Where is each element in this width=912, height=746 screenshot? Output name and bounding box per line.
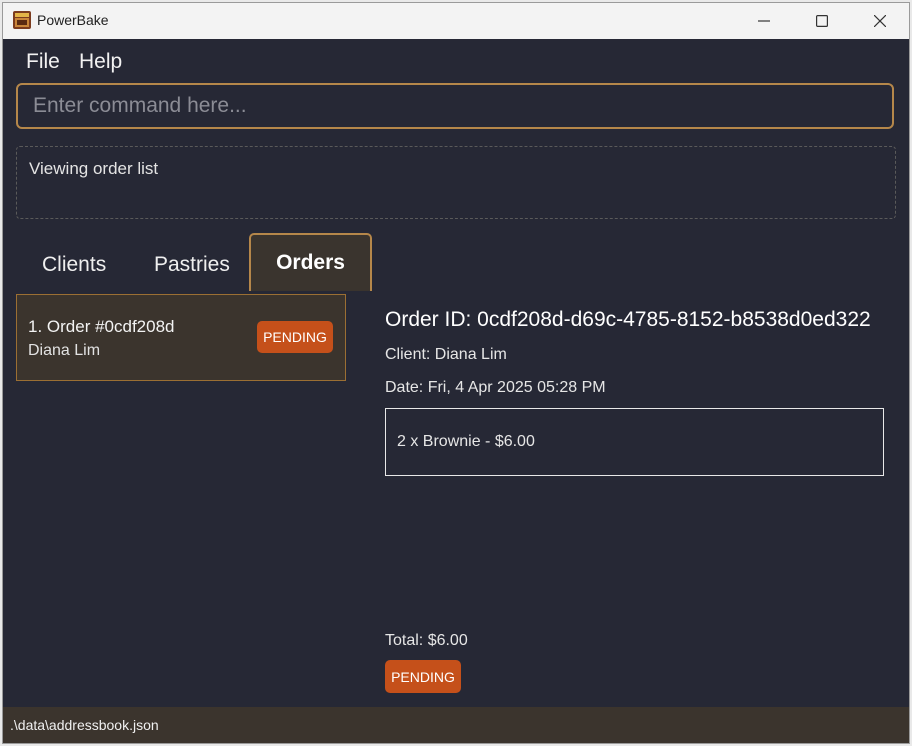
minimize-icon xyxy=(758,20,770,22)
order-status-badge: PENDING xyxy=(385,660,461,693)
command-box xyxy=(16,83,894,129)
maximize-icon xyxy=(816,15,828,27)
oven-icon xyxy=(12,10,32,30)
order-item-line: 2 x Brownie - $6.00 xyxy=(397,433,535,450)
window-title: PowerBake xyxy=(37,12,109,28)
order-client: Client: Diana Lim xyxy=(385,346,507,363)
storage-path: .\data\addressbook.json xyxy=(10,717,159,733)
maximize-button[interactable] xyxy=(793,3,851,39)
order-item-status-badge: PENDING xyxy=(257,321,333,353)
result-message: Viewing order list xyxy=(29,159,159,178)
tab-pastries[interactable]: Pastries xyxy=(154,253,230,277)
app-window: PowerBake File Help Viewing order list C… xyxy=(3,3,909,743)
menu-file[interactable]: File xyxy=(26,50,60,74)
tab-orders[interactable]: Orders xyxy=(249,233,372,291)
result-display: Viewing order list xyxy=(16,146,896,219)
minimize-button[interactable] xyxy=(735,3,793,39)
order-list-panel: 1. Order #0cdf208d Diana Lim PENDING xyxy=(16,294,346,704)
status-bar: .\data\addressbook.json xyxy=(3,707,909,743)
order-total: Total: $6.00 xyxy=(385,632,468,649)
order-list-item[interactable]: 1. Order #0cdf208d Diana Lim PENDING xyxy=(16,294,346,381)
command-input[interactable] xyxy=(18,85,892,127)
menu-help[interactable]: Help xyxy=(79,50,122,74)
order-items-box: 2 x Brownie - $6.00 xyxy=(385,408,884,476)
order-id: Order ID: 0cdf208d-d69c-4785-8152-b8538d… xyxy=(385,308,871,331)
title-bar: PowerBake xyxy=(3,3,909,39)
tab-orders-label: Orders xyxy=(276,251,345,274)
order-date: Date: Fri, 4 Apr 2025 05:28 PM xyxy=(385,379,606,396)
menu-bar xyxy=(3,39,909,81)
close-icon xyxy=(874,15,886,27)
close-button[interactable] xyxy=(851,3,909,39)
order-item-title: 1. Order #0cdf208d xyxy=(28,317,175,336)
order-item-client: Diana Lim xyxy=(28,342,101,359)
tab-clients[interactable]: Clients xyxy=(42,253,106,277)
